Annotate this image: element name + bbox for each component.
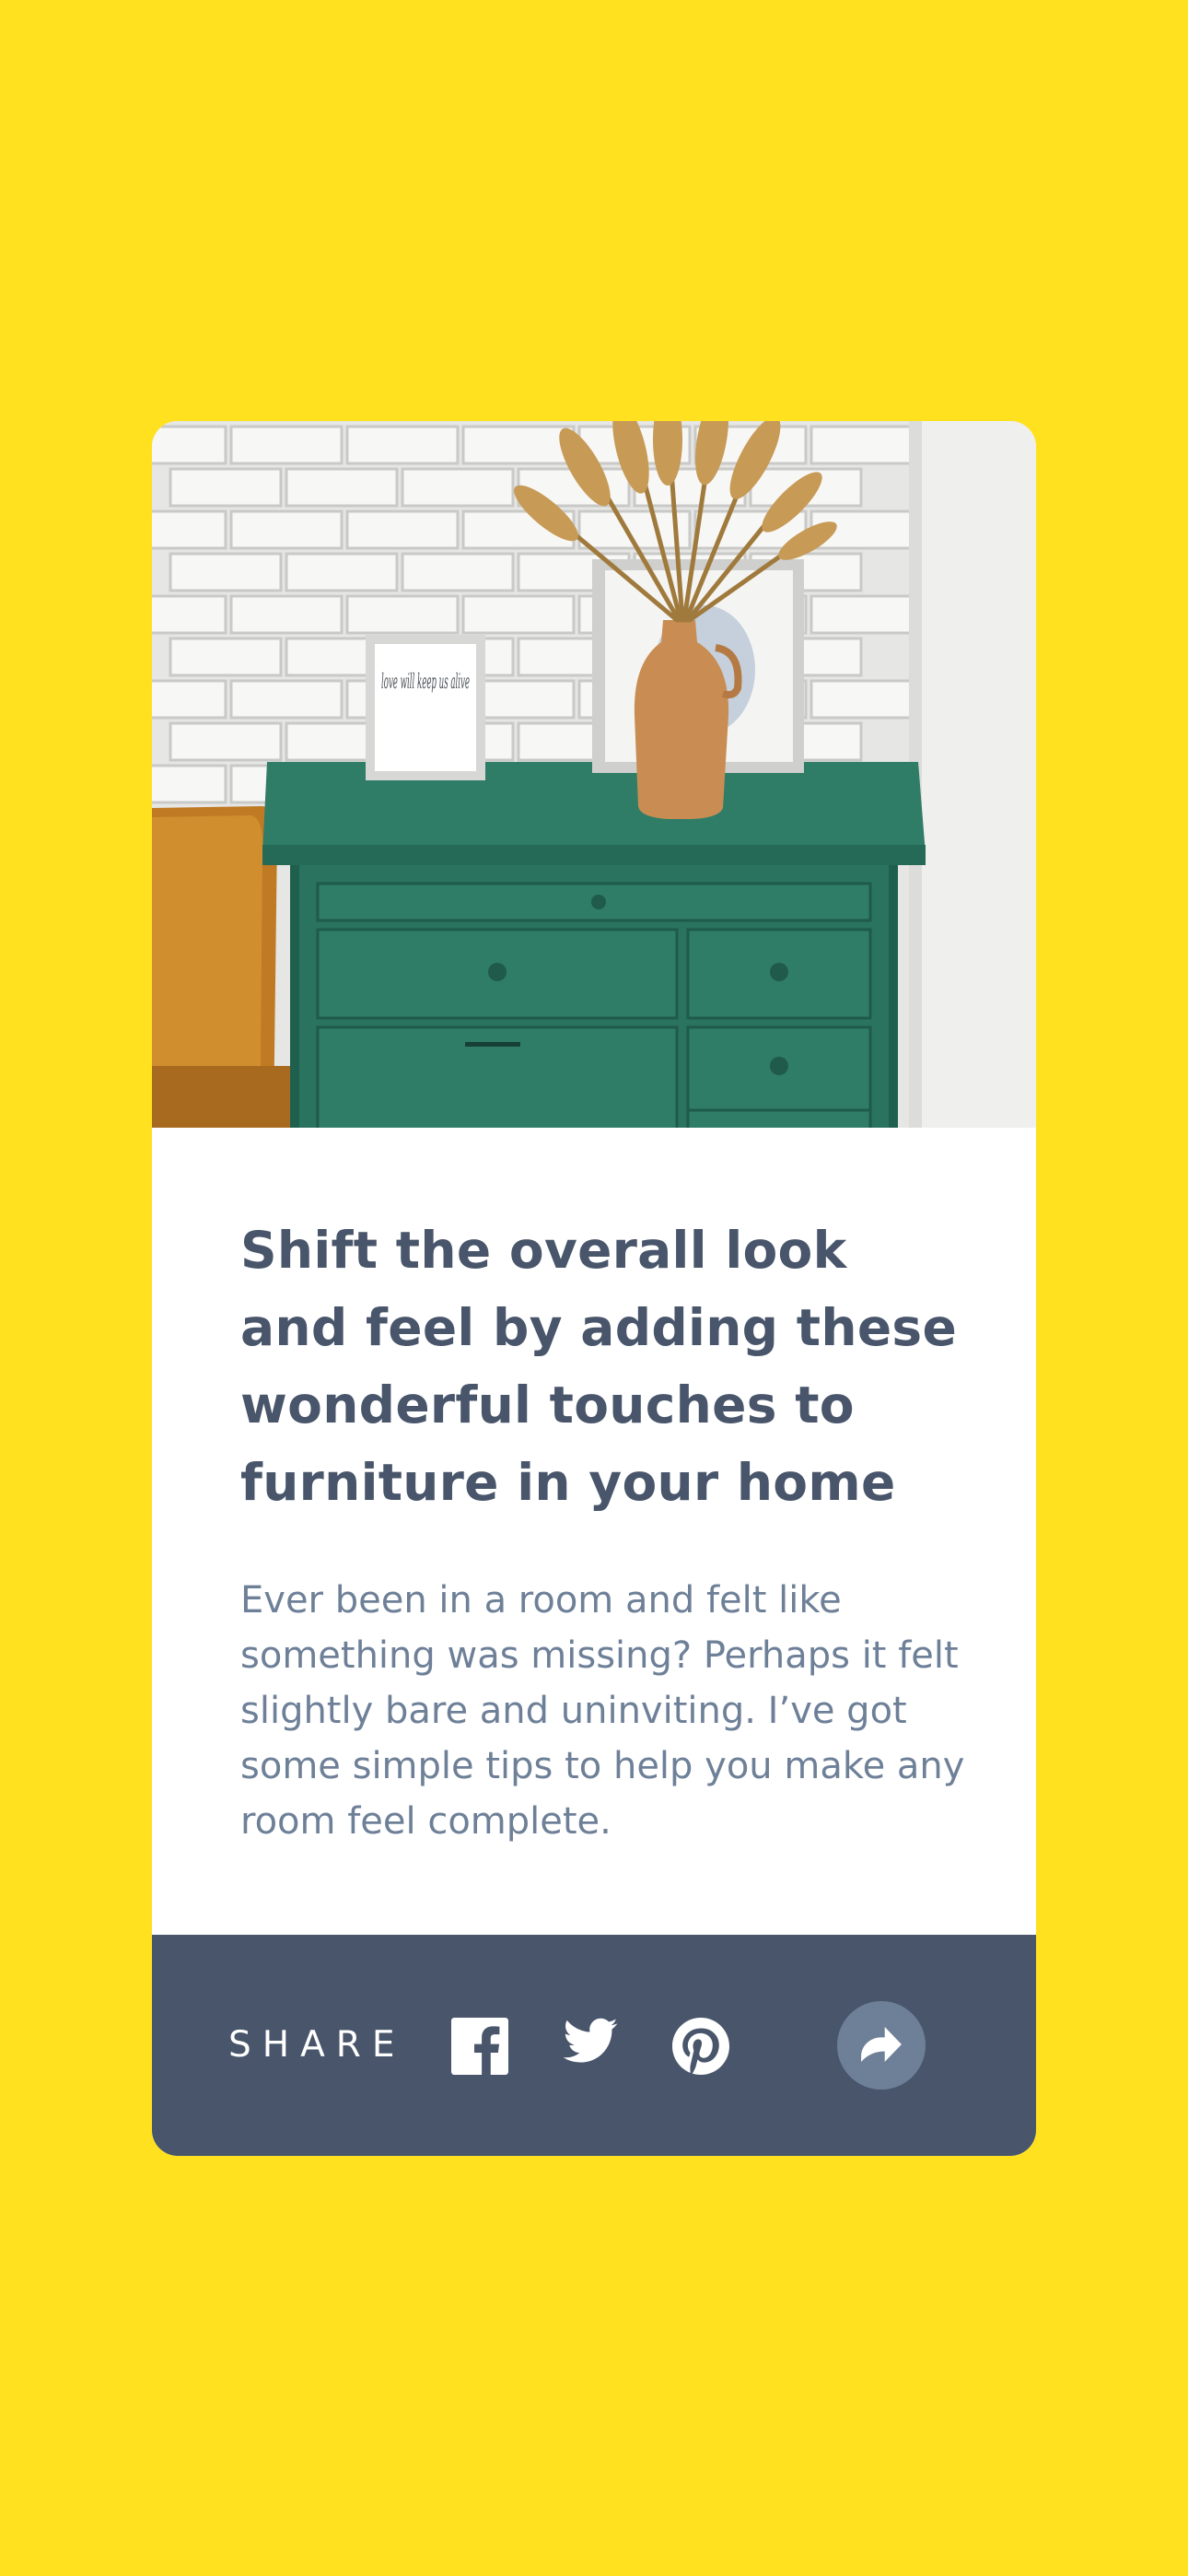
frame-text: love will keep us alive	[381, 671, 470, 694]
share-label: SHARE	[228, 2024, 406, 2066]
pinterest-icon[interactable]	[672, 2018, 729, 2075]
share-bar: SHARE	[152, 1935, 1036, 2156]
twitter-icon[interactable]	[562, 2018, 619, 2067]
facebook-icon[interactable]	[451, 2018, 509, 2075]
article-content: Shift the overall look and feel by addin…	[240, 1212, 968, 1849]
share-button[interactable]	[837, 2001, 926, 2090]
article-image: love will keep us alive	[152, 421, 1036, 1128]
article-description: Ever been in a room and felt like someth…	[240, 1579, 965, 1843]
article-card: love will keep us alive Shift the overal…	[152, 421, 1036, 2156]
article-title: Shift the overall look and feel by addin…	[240, 1221, 958, 1512]
share-arrow-icon	[861, 2027, 902, 2062]
